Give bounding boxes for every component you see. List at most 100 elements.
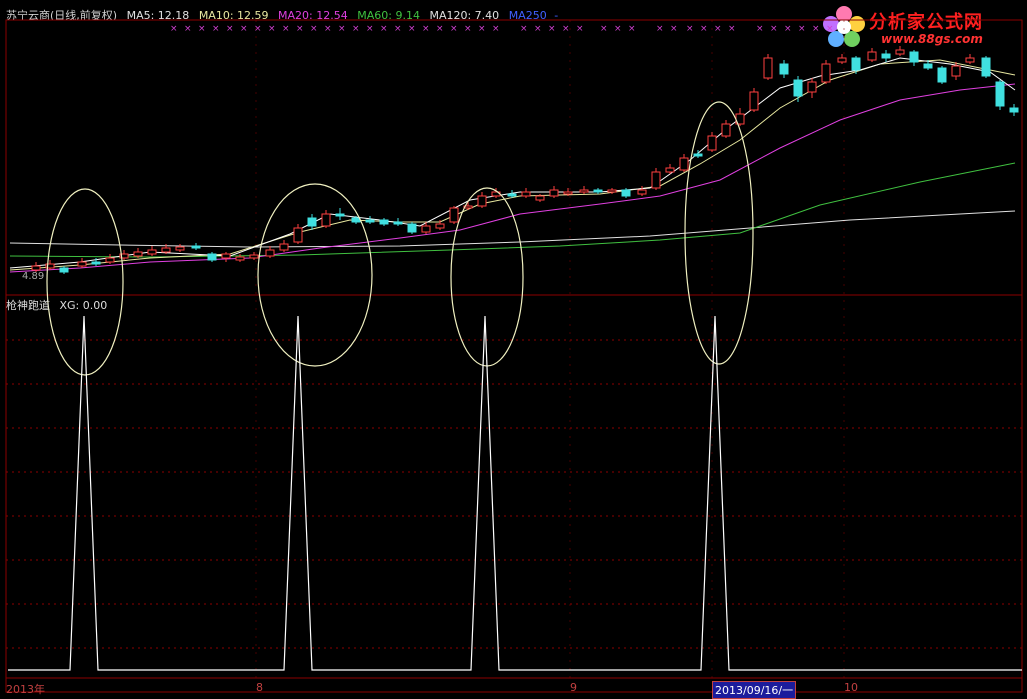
signal-marker: × [614, 24, 622, 34]
signal-marker: × [600, 24, 608, 34]
signal-marker: × [576, 24, 584, 34]
price-chart[interactable]: × × × × × × × × × × × × × × × × × × × × × × × × × × × × × × × × × × × × × × × ×… [0, 0, 1027, 696]
candle-body [881, 53, 891, 59]
signal-marker: × [756, 24, 764, 34]
signal-marker: × [784, 24, 792, 34]
x-label-aug: 8 [256, 681, 263, 694]
x-label-cursor-date[interactable]: 2013/09/16/一 [712, 681, 797, 699]
signal-marker: × [656, 24, 664, 34]
signal-marker: × [408, 24, 416, 34]
signal-marker: × [422, 24, 430, 34]
candle-body [449, 207, 459, 223]
candle-body [851, 57, 861, 71]
candle-body [895, 49, 905, 55]
signal-marker: × [170, 24, 178, 34]
candle-body [31, 265, 41, 271]
candle-body [249, 254, 259, 259]
ma20-line [9, 83, 1016, 273]
indicator-header: 枪神跑道 XG: 0.00 [6, 297, 113, 313]
signal-marker: × [240, 24, 248, 34]
candle-body [421, 225, 431, 233]
candle-body [793, 79, 803, 97]
signal-marker: × [198, 24, 206, 34]
price-low-label: 4.89 [22, 271, 45, 282]
signal-marker: × [812, 24, 820, 34]
candle-body [59, 267, 69, 273]
candle-body [365, 219, 375, 223]
signal-marker: × [520, 24, 528, 34]
signal-marker: × [534, 24, 542, 34]
candle-body [607, 189, 617, 193]
candle-body [161, 247, 171, 253]
candle-body [621, 189, 631, 197]
highlight-ellipse-4 [684, 101, 754, 365]
indicator-name: 枪神跑道 [6, 299, 50, 312]
candle-body [981, 57, 991, 77]
candle-body [393, 221, 403, 225]
highlight-ellipse-2 [257, 183, 373, 367]
candle-body [221, 253, 231, 259]
signal-markers: × × × × × × × × × × × × × × × × × × × × × × × × × × × × × × × × × × × × × × × ×… [170, 24, 834, 34]
signal-marker: × [226, 24, 234, 34]
signal-marker: × [714, 24, 722, 34]
candle-body [867, 51, 877, 61]
candle-body [995, 81, 1005, 107]
candle-body [235, 256, 245, 261]
candle-body [837, 57, 847, 63]
ma5-line [9, 57, 1016, 269]
candle-body [335, 213, 345, 217]
candle-body [821, 63, 831, 83]
signal-marker: × [352, 24, 360, 34]
signal-marker: × [700, 24, 708, 34]
signal-marker: × [798, 24, 806, 34]
candle-body [807, 81, 817, 93]
candle-body [1009, 107, 1019, 113]
signal-marker: × [478, 24, 486, 34]
highlight-ellipse-3 [450, 187, 524, 367]
candle-body [563, 191, 573, 195]
candle-body [307, 217, 317, 227]
candle-body [77, 261, 87, 267]
candle-body [175, 246, 185, 251]
candle-body [763, 57, 773, 79]
xg-signal-line [8, 315, 1022, 671]
signal-marker: × [562, 24, 570, 34]
candle-body [147, 249, 157, 255]
candle-body [909, 51, 919, 63]
signal-marker: × [338, 24, 346, 34]
indicator-line [8, 315, 1022, 671]
moving-average-lines [9, 57, 1016, 273]
signal-marker: × [310, 24, 318, 34]
x-label-oct: 10 [844, 681, 858, 694]
signal-marker: × [770, 24, 778, 34]
signal-marker: × [548, 24, 556, 34]
signal-marker: × [394, 24, 402, 34]
candle-body [679, 157, 689, 171]
signal-marker: × [670, 24, 678, 34]
candle-body [965, 57, 975, 63]
signal-marker: × [184, 24, 192, 34]
signal-marker: × [628, 24, 636, 34]
signal-marker: × [686, 24, 694, 34]
candle-body [379, 219, 389, 225]
signal-marker: × [492, 24, 500, 34]
candle-body [937, 67, 947, 83]
candle-body [535, 195, 545, 201]
candle-body [191, 245, 201, 249]
x-label-year: 2013年 [6, 683, 45, 696]
signal-marker: × [728, 24, 736, 34]
candle-body [435, 223, 445, 229]
chart-grid [5, 19, 1023, 693]
x-label-sep: 9 [570, 681, 577, 694]
signal-marker: × [826, 24, 834, 34]
signal-marker: × [366, 24, 374, 34]
candle-body [507, 193, 517, 197]
candle-body [651, 171, 661, 189]
signal-marker: × [450, 24, 458, 34]
candle-body [279, 243, 289, 251]
candle-body [91, 261, 101, 265]
candlesticks [31, 46, 1019, 274]
signal-marker: × [380, 24, 388, 34]
candle-body [749, 91, 759, 111]
candle-body [721, 123, 731, 137]
